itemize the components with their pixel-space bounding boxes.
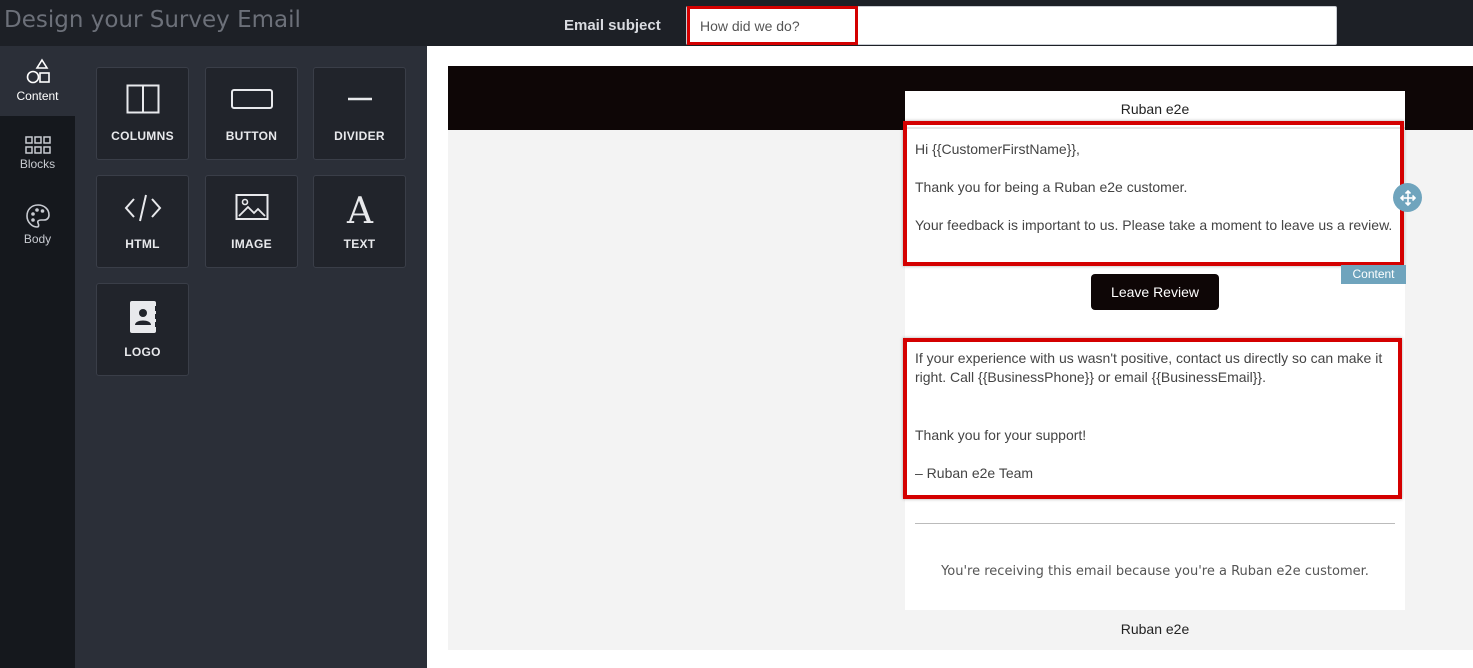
footer-note[interactable]: You're receiving this email because you'… [905,564,1405,579]
tool-image[interactable]: IMAGE [205,175,298,268]
content-block-badge: Content [1341,265,1406,284]
text-icon: A [346,192,374,228]
subject-highlight-box [687,6,858,45]
closing-text-highlight [903,338,1402,499]
tool-columns[interactable]: COLUMNS [96,67,189,160]
image-icon [235,194,268,220]
button-icon [230,89,273,109]
email-subject-label: Email subject [564,17,661,34]
tool-button-label: BUTTON [225,129,278,143]
grid-icon [24,136,51,154]
tab-body[interactable]: Body [0,194,75,264]
tool-divider-label: DIVIDER [334,129,385,143]
tool-logo[interactable]: LOGO [96,283,189,376]
tool-columns-label: COLUMNS [111,129,174,143]
columns-icon [126,84,159,114]
tab-blocks-label: Blocks [19,157,56,171]
tool-text-label: TEXT [343,237,376,251]
brand-name-bottom: Ruban e2e [1120,621,1190,637]
tool-text[interactable]: A TEXT [313,175,406,268]
tool-html[interactable]: HTML [96,175,189,268]
sidebar: Content Blocks Body [0,46,75,668]
svg-text:A: A [346,192,374,228]
move-icon [1399,189,1416,206]
contact-book-icon [129,301,158,333]
palette-icon [25,204,50,228]
leave-review-button[interactable]: Leave Review [1091,274,1219,310]
tool-html-label: HTML [125,237,160,251]
tab-body-label: Body [23,232,52,246]
divider-icon [347,97,372,101]
tab-content-label: Content [16,89,59,103]
tab-content[interactable]: Content [0,46,75,116]
drag-handle[interactable] [1393,183,1422,212]
brand-name-top: Ruban e2e [1120,101,1190,117]
shapes-icon [26,58,50,84]
page-title: Design your Survey Email [4,7,301,33]
tab-blocks[interactable]: Blocks [0,124,75,194]
intro-text-highlight [903,121,1404,266]
tool-logo-label: LOGO [124,345,161,359]
tool-divider[interactable]: DIVIDER [313,67,406,160]
code-icon [124,194,161,222]
tool-button[interactable]: BUTTON [205,67,298,160]
top-bar: Design your Survey Email Email subject [0,0,1473,46]
tool-image-label: IMAGE [231,237,272,251]
email-divider[interactable] [915,523,1395,524]
